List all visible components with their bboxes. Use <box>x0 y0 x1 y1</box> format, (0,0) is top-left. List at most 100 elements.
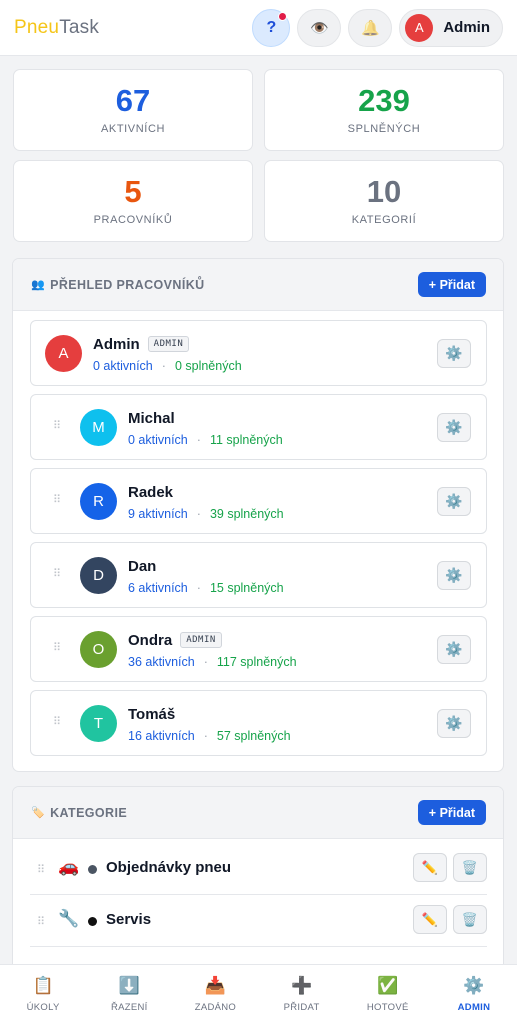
separator: · <box>196 581 201 595</box>
worker-info: Michal 0 aktivních · 11 splněných <box>128 408 283 448</box>
drag-handle-icon[interactable]: ⠿ <box>53 419 61 432</box>
worker-info: Admin ADMIN 0 aktivních · 0 splněných <box>93 334 242 374</box>
notification-dot <box>278 11 288 21</box>
app-header: PneuTask ? 👁️ 🔔 A Admin <box>0 0 517 56</box>
worker-name: Admin <box>93 335 140 353</box>
stat-card-done: 239 SPLNĚNÝCH <box>264 69 504 151</box>
gear-icon: ⚙️ <box>445 493 463 509</box>
worker-stats: 6 aktivních · 15 splněných <box>128 581 284 595</box>
bottom-nav: 📋 ÚKOLY ⬇️ ŘAZENÍ 📥 ZADÁNO ➕ PŘIDAT ✅ HO… <box>0 964 517 1024</box>
worker-row[interactable]: ⠿ T Tomáš 16 aktivních · 57 splněných ⚙️ <box>30 690 487 756</box>
done-count: 11 splněných <box>209 433 283 447</box>
edit-category-button[interactable]: ✏️ <box>413 853 447 882</box>
stat-value: 239 <box>358 83 410 118</box>
delete-category-button[interactable]: 🗑️ <box>453 853 487 882</box>
worker-info: Dan 6 aktivních · 15 splněných <box>128 556 284 596</box>
gear-icon: ⚙️ <box>445 641 463 657</box>
notifications-button[interactable]: 🔔 <box>348 8 393 47</box>
nav-item-done[interactable]: ✅ HOTOVÉ <box>345 965 431 1024</box>
sort-icon: ⬇️ <box>118 976 140 995</box>
view-toggle-button[interactable]: 👁️ <box>297 8 342 47</box>
category-row[interactable]: ⠿ 🔧 Servis ✏️ 🗑️ <box>30 895 487 947</box>
nav-item-add[interactable]: ➕ PŘIDAT <box>259 965 345 1024</box>
stat-label: KATEGORIÍ <box>351 214 417 226</box>
avatar: R <box>80 483 117 520</box>
bell-icon: 🔔 <box>360 19 380 37</box>
separator: · <box>203 655 208 669</box>
logo-task: Task <box>59 16 100 38</box>
clipboard-icon: 📋 <box>32 976 54 995</box>
gear-icon: ⚙️ <box>463 976 485 995</box>
done-count: 57 splněných <box>216 729 291 743</box>
stat-label: PRACOVNÍKŮ <box>93 214 173 226</box>
add-category-button[interactable]: + Přidat <box>417 800 486 825</box>
worker-row[interactable]: A Admin ADMIN 0 aktivních · 0 splněných … <box>30 320 487 386</box>
worker-stats: 0 aktivních · 0 splněných <box>93 359 242 373</box>
worker-settings-button[interactable]: ⚙️ <box>437 709 471 738</box>
eye-icon: 👁️ <box>309 19 329 37</box>
nav-label: ADMIN <box>457 1002 491 1013</box>
delete-category-button[interactable]: 🗑️ <box>453 905 487 934</box>
nav-item-tasks[interactable]: 📋 ÚKOLY <box>0 965 86 1024</box>
active-count: 6 aktivních <box>128 581 188 595</box>
people-icon: 👥 <box>31 279 46 291</box>
nav-label: PŘIDAT <box>283 1002 320 1013</box>
done-count: 39 splněných <box>209 507 284 521</box>
drag-handle-icon[interactable]: ⠿ <box>53 493 61 506</box>
avatar: A <box>405 13 434 42</box>
header-actions: ? 👁️ 🔔 A Admin <box>252 8 503 47</box>
drag-handle-icon[interactable]: ⠿ <box>37 863 45 876</box>
panel-title: 👥 PŘEHLED PRACOVNÍKŮ <box>31 278 205 292</box>
categories-panel-header: 🏷️ KATEGORIE + Přidat <box>13 787 503 839</box>
panel-title: 🏷️ KATEGORIE <box>31 806 127 820</box>
worker-name-line: Ondra ADMIN <box>128 630 297 650</box>
logo-pneu: Pneu <box>14 16 60 38</box>
panel-title-text: PŘEHLED PRACOVNÍKŮ <box>50 277 205 292</box>
nav-item-admin[interactable]: ⚙️ ADMIN <box>431 965 517 1024</box>
done-count: 15 splněných <box>209 581 284 595</box>
drag-handle-icon[interactable]: ⠿ <box>53 715 61 728</box>
nav-item-assigned[interactable]: 📥 ZADÁNO <box>172 965 258 1024</box>
drag-handle-icon[interactable]: ⠿ <box>53 641 61 654</box>
tag-icon: 🏷️ <box>31 807 46 819</box>
category-color-dot <box>88 917 97 926</box>
separator: · <box>161 359 166 373</box>
help-button[interactable]: ? <box>252 8 291 47</box>
pencil-icon: ✏️ <box>421 911 439 927</box>
worker-row[interactable]: ⠿ R Radek 9 aktivních · 39 splněných ⚙️ <box>30 468 487 534</box>
worker-settings-button[interactable]: ⚙️ <box>437 561 471 590</box>
worker-stats: 0 aktivních · 11 splněných <box>128 433 283 447</box>
category-name: Servis <box>106 911 152 928</box>
worker-row[interactable]: ⠿ D Dan 6 aktivních · 15 splněných ⚙️ <box>30 542 487 608</box>
worker-row[interactable]: ⠿ M Michal 0 aktivních · 11 splněných ⚙️ <box>30 394 487 460</box>
user-menu-button[interactable]: A Admin <box>399 8 503 47</box>
inbox-icon: 📥 <box>204 976 227 995</box>
stat-value: 67 <box>115 83 151 118</box>
worker-stats: 9 aktivních · 39 splněných <box>128 507 284 521</box>
worker-info: Tomáš 16 aktivních · 57 splněných <box>128 704 291 744</box>
add-worker-button[interactable]: + Přidat <box>417 272 486 297</box>
wrench-icon: 🔧 <box>58 909 80 928</box>
worker-settings-button[interactable]: ⚙️ <box>437 413 471 442</box>
avatar: O <box>80 631 117 668</box>
separator: · <box>203 729 208 743</box>
stat-value: 10 <box>366 174 402 209</box>
worker-info: Ondra ADMIN 36 aktivních · 117 splněných <box>128 630 297 670</box>
edit-category-button[interactable]: ✏️ <box>413 905 447 934</box>
nav-label: ÚKOLY <box>26 1002 60 1013</box>
worker-settings-button[interactable]: ⚙️ <box>437 635 471 664</box>
worker-row[interactable]: ⠿ O Ondra ADMIN 36 aktivních · 117 splně… <box>30 616 487 682</box>
avatar: M <box>80 409 117 446</box>
active-count: 0 aktivních <box>93 359 153 373</box>
role-badge: ADMIN <box>147 336 190 352</box>
worker-info: Radek 9 aktivních · 39 splněných <box>128 482 284 522</box>
nav-item-sort[interactable]: ⬇️ ŘAZENÍ <box>86 965 172 1024</box>
app-logo[interactable]: PneuTask <box>14 17 99 39</box>
drag-handle-icon[interactable]: ⠿ <box>37 915 45 928</box>
category-row[interactable]: ⠿ 🚗 Objednávky pneu ✏️ 🗑️ <box>30 843 487 895</box>
category-color-dot <box>88 865 97 874</box>
worker-settings-button[interactable]: ⚙️ <box>437 339 471 368</box>
worker-settings-button[interactable]: ⚙️ <box>437 487 471 516</box>
drag-handle-icon[interactable]: ⠿ <box>53 567 61 580</box>
gear-icon: ⚙️ <box>445 345 463 361</box>
